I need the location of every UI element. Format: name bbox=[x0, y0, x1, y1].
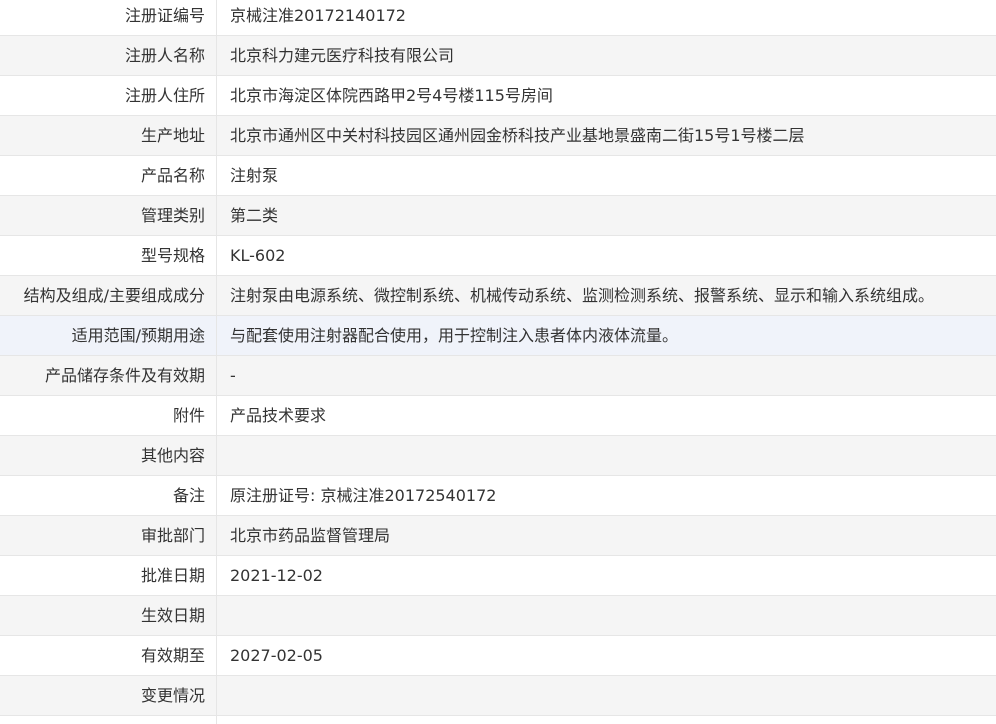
row-value: 京械注准20172140172 bbox=[217, 0, 996, 35]
row-model-spec: 型号规格 KL-602 bbox=[0, 236, 996, 276]
row-label: 结构及组成/主要组成成分 bbox=[0, 276, 217, 315]
row-value bbox=[217, 676, 996, 715]
row-other-content: 其他内容 bbox=[0, 436, 996, 476]
row-remarks: 备注 原注册证号: 京械注准20172540172 bbox=[0, 476, 996, 516]
row-value: 产品技术要求 bbox=[217, 396, 996, 435]
row-management-class: 管理类别 第二类 bbox=[0, 196, 996, 236]
row-label: 产品储存条件及有效期 bbox=[0, 356, 217, 395]
row-value: 注射泵 bbox=[217, 156, 996, 195]
row-value: 2021-12-02 bbox=[217, 556, 996, 595]
row-value: 原注册证号: 京械注准20172540172 bbox=[217, 476, 996, 515]
row-registrant-address: 注册人住所 北京市海淀区体院西路甲2号4号楼115号房间 bbox=[0, 76, 996, 116]
row-label: 产品名称 bbox=[0, 156, 217, 195]
row-label: 附件 bbox=[0, 396, 217, 435]
row-label: 批准日期 bbox=[0, 556, 217, 595]
row-value bbox=[217, 436, 996, 475]
row-intended-use: 适用范围/预期用途 与配套使用注射器配合使用，用于控制注入患者体内液体流量。 bbox=[0, 316, 996, 356]
row-approval-department: 审批部门 北京市药品监督管理局 bbox=[0, 516, 996, 556]
row-label: 注册人名称 bbox=[0, 36, 217, 75]
row-label: 备注 bbox=[0, 476, 217, 515]
row-label: 注册人住所 bbox=[0, 76, 217, 115]
row-value: - bbox=[217, 356, 996, 395]
row-label: 变更情况 bbox=[0, 676, 217, 715]
row-value: 北京市海淀区体院西路甲2号4号楼115号房间 bbox=[217, 76, 996, 115]
row-change-history: 变更情况 bbox=[0, 676, 996, 716]
row-label-empty bbox=[0, 716, 217, 724]
row-value: 2027-02-05 bbox=[217, 636, 996, 675]
row-value: 北京市通州区中关村科技园区通州园金桥科技产业基地景盛南二街15号1号楼二层 bbox=[217, 116, 996, 155]
row-effective-date: 生效日期 bbox=[0, 596, 996, 636]
row-label: 审批部门 bbox=[0, 516, 217, 555]
row-structure-composition: 结构及组成/主要组成成分 注射泵由电源系统、微控制系统、机械传动系统、监测检测系… bbox=[0, 276, 996, 316]
row-value-empty bbox=[217, 716, 996, 724]
row-label: 管理类别 bbox=[0, 196, 217, 235]
row-value: 注射泵由电源系统、微控制系统、机械传动系统、监测检测系统、报警系统、显示和输入系… bbox=[217, 276, 996, 315]
row-valid-until: 有效期至 2027-02-05 bbox=[0, 636, 996, 676]
row-value: 第二类 bbox=[217, 196, 996, 235]
row-product-name: 产品名称 注射泵 bbox=[0, 156, 996, 196]
row-value: 北京科力建元医疗科技有限公司 bbox=[217, 36, 996, 75]
row-value: KL-602 bbox=[217, 236, 996, 275]
row-label: 型号规格 bbox=[0, 236, 217, 275]
row-attachment: 附件 产品技术要求 bbox=[0, 396, 996, 436]
row-label: 其他内容 bbox=[0, 436, 217, 475]
row-label: 适用范围/预期用途 bbox=[0, 316, 217, 355]
registration-detail-table: 注册证编号 京械注准20172140172 注册人名称 北京科力建元医疗科技有限… bbox=[0, 0, 996, 724]
row-storage-validity: 产品储存条件及有效期 - bbox=[0, 356, 996, 396]
row-value: 与配套使用注射器配合使用，用于控制注入患者体内液体流量。 bbox=[217, 316, 996, 355]
row-value bbox=[217, 596, 996, 635]
row-registrant-name: 注册人名称 北京科力建元医疗科技有限公司 bbox=[0, 36, 996, 76]
row-value: 北京市药品监督管理局 bbox=[217, 516, 996, 555]
row-label: 生产地址 bbox=[0, 116, 217, 155]
row-label: 注册证编号 bbox=[0, 0, 217, 35]
row-label: 有效期至 bbox=[0, 636, 217, 675]
row-approval-date: 批准日期 2021-12-02 bbox=[0, 556, 996, 596]
row-truncated bbox=[0, 716, 996, 724]
row-label: 生效日期 bbox=[0, 596, 217, 635]
row-production-address: 生产地址 北京市通州区中关村科技园区通州园金桥科技产业基地景盛南二街15号1号楼… bbox=[0, 116, 996, 156]
row-registration-number: 注册证编号 京械注准20172140172 bbox=[0, 0, 996, 36]
